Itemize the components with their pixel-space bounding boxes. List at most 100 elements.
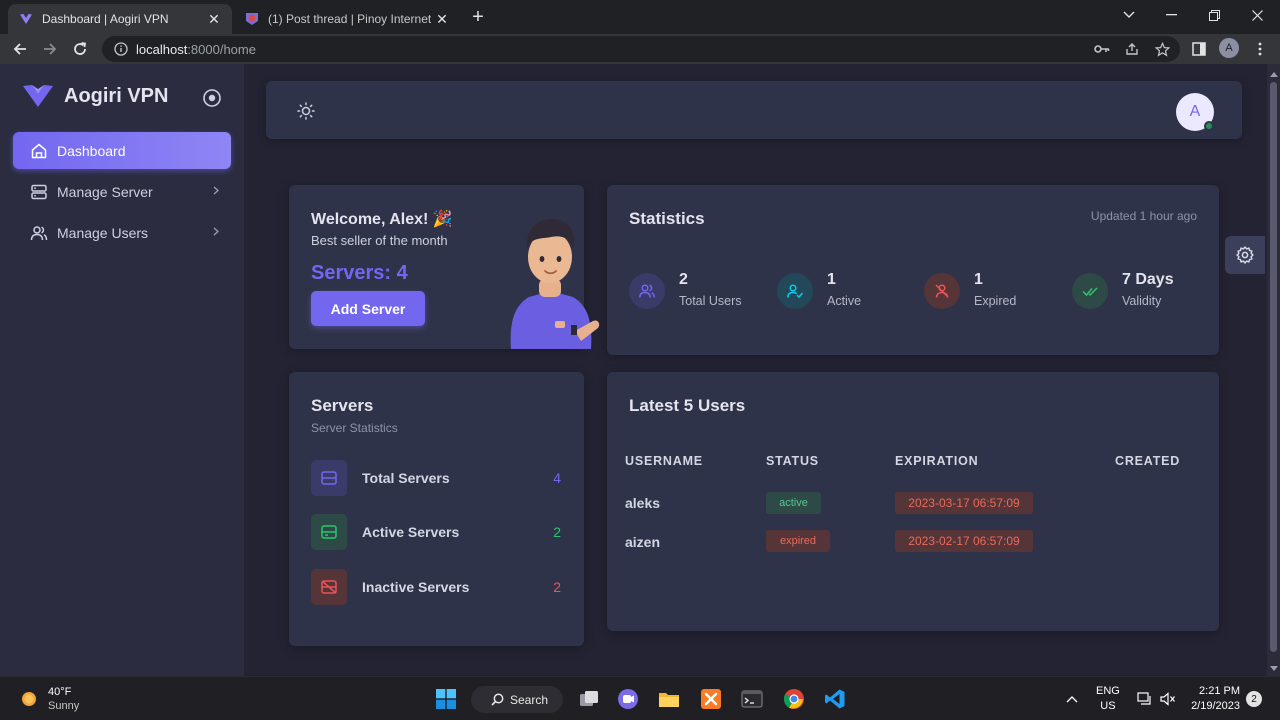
theme-toggle-sun-icon[interactable]: [296, 101, 316, 121]
search-icon: [491, 693, 504, 706]
sidebar: Aogiri VPN Dashboard Manage Server Manag…: [0, 64, 244, 676]
windows-start-icon[interactable]: [431, 684, 461, 714]
close-tab-icon[interactable]: ✕: [434, 11, 450, 28]
profile-avatar[interactable]: A: [1219, 38, 1239, 58]
top-navbar: A: [266, 81, 1242, 139]
share-icon[interactable]: [1124, 41, 1140, 57]
sidebar-item-label: Manage Server: [57, 183, 153, 200]
taskbar: 40°F Sunny Search ENG US 2:21 PM 2/19/20…: [0, 676, 1280, 720]
chrome-icon[interactable]: [779, 684, 809, 714]
sidebar-item-dashboard[interactable]: Dashboard: [13, 132, 231, 169]
chevron-right-icon: [213, 184, 220, 198]
reload-icon[interactable]: [68, 37, 92, 61]
page-scrollbar[interactable]: [1267, 64, 1280, 676]
user-avatar[interactable]: A: [1176, 93, 1214, 131]
forum-favicon-icon: [244, 11, 260, 27]
restore-icon[interactable]: [1193, 0, 1236, 30]
browser-tab-strip: Dashboard | Aogiri VPN ✕ (1) Post thread…: [0, 0, 1280, 34]
sidebar-item-manage-server[interactable]: Manage Server: [13, 173, 231, 210]
welcome-card: Welcome, Alex! 🎉 Best seller of the mont…: [289, 185, 600, 349]
minimize-icon[interactable]: [1150, 0, 1193, 30]
stat-validity: 7 Days Validity: [1072, 271, 1174, 309]
site-info-icon[interactable]: [114, 42, 128, 56]
welcome-subtitle: Best seller of the month: [311, 233, 448, 248]
user-check-icon: [777, 273, 813, 309]
xampp-icon[interactable]: [696, 684, 726, 714]
man-thumbs-up-illustration-icon: [495, 213, 601, 349]
server-row-label: Total Servers: [362, 470, 450, 486]
statistics-updated: Updated 1 hour ago: [1090, 209, 1197, 223]
aogiri-logo-icon: [22, 84, 54, 108]
scroll-down-icon[interactable]: [1270, 666, 1278, 671]
collapse-sidebar-icon[interactable]: [202, 88, 222, 108]
column-header-status: STATUS: [766, 454, 819, 468]
scroll-up-icon[interactable]: [1270, 72, 1278, 77]
users-icon: [29, 223, 49, 243]
browser-toolbar: localhost:8000/home A: [0, 34, 1280, 64]
weather-condition: Sunny: [48, 700, 80, 712]
status-badge: expired: [766, 530, 830, 552]
volume-muted-icon[interactable]: [1160, 677, 1176, 720]
server-icon: [29, 182, 49, 202]
url-host: localhost: [136, 41, 188, 57]
status-badge: active: [766, 492, 821, 514]
new-tab-button[interactable]: +: [466, 6, 490, 30]
column-header-expiration: EXPIRATION: [895, 454, 979, 468]
search-label: Search: [510, 692, 549, 707]
notification-count-badge[interactable]: 2: [1246, 691, 1262, 707]
browser-tab-pinoy[interactable]: (1) Post thread | Pinoy Internet and ✕: [234, 4, 460, 34]
brand[interactable]: Aogiri VPN: [22, 84, 168, 108]
bookmark-star-icon[interactable]: [1154, 41, 1170, 57]
server-row-value: 4: [553, 470, 561, 486]
password-key-icon[interactable]: [1094, 41, 1110, 57]
forward-icon[interactable]: [38, 37, 62, 61]
file-explorer-icon[interactable]: [654, 684, 684, 714]
statistics-title: Statistics: [629, 209, 705, 228]
clock[interactable]: 2:21 PM 2/19/2023: [1186, 677, 1240, 720]
users-icon: [629, 273, 665, 309]
terminal-icon[interactable]: [737, 684, 767, 714]
close-tab-icon[interactable]: ✕: [206, 11, 222, 28]
sidebar-item-label: Manage Users: [57, 224, 149, 241]
servers-title: Servers: [311, 396, 374, 415]
stat-label: Expired: [974, 294, 1017, 308]
chevron-right-icon: [213, 225, 220, 239]
table-row-username: aleks: [625, 495, 661, 511]
region-code: US: [1100, 700, 1116, 712]
column-header-created: CREATED: [1115, 454, 1181, 468]
sidebar-item-manage-users[interactable]: Manage Users: [13, 214, 231, 251]
server-off-icon: [311, 569, 347, 605]
teams-chat-icon[interactable]: [613, 684, 643, 714]
scrollbar-thumb[interactable]: [1270, 82, 1277, 652]
more-menu-icon[interactable]: [1252, 41, 1268, 57]
vscode-icon[interactable]: [820, 684, 850, 714]
stat-expired: 1 Expired: [924, 271, 1016, 309]
back-icon[interactable]: [8, 37, 32, 61]
stat-value: 7 Days: [1122, 271, 1174, 288]
customizer-gear-icon[interactable]: [1225, 236, 1265, 274]
weather-widget[interactable]: 40°F Sunny: [18, 685, 79, 713]
close-window-icon[interactable]: [1236, 0, 1279, 30]
browser-tab-dashboard[interactable]: Dashboard | Aogiri VPN ✕: [8, 4, 232, 34]
tab-title: (1) Post thread | Pinoy Internet and: [268, 12, 434, 26]
language-indicator[interactable]: ENG US: [1096, 677, 1120, 720]
server-active-icon: [311, 514, 347, 550]
network-icon[interactable]: [1137, 677, 1152, 720]
server-row-value: 2: [553, 579, 561, 595]
stat-label: Total Users: [679, 294, 742, 308]
server-row-inactive: Inactive Servers 2: [311, 569, 561, 605]
language-code: ENG: [1096, 685, 1120, 697]
user-off-icon: [924, 273, 960, 309]
stat-active: 1 Active: [777, 271, 861, 309]
side-panel-icon[interactable]: [1191, 41, 1207, 57]
address-bar[interactable]: localhost:8000/home: [102, 36, 1180, 62]
server-row-total: Total Servers 4: [311, 460, 561, 496]
taskbar-search[interactable]: Search: [471, 686, 563, 713]
tab-search-icon[interactable]: [1107, 0, 1150, 30]
show-hidden-icons[interactable]: [1066, 677, 1078, 720]
server-row-label: Active Servers: [362, 524, 460, 540]
home-icon: [29, 141, 49, 161]
add-server-button[interactable]: Add Server: [311, 291, 425, 326]
latest-users-title: Latest 5 Users: [629, 396, 746, 415]
task-view-icon[interactable]: [574, 684, 604, 714]
